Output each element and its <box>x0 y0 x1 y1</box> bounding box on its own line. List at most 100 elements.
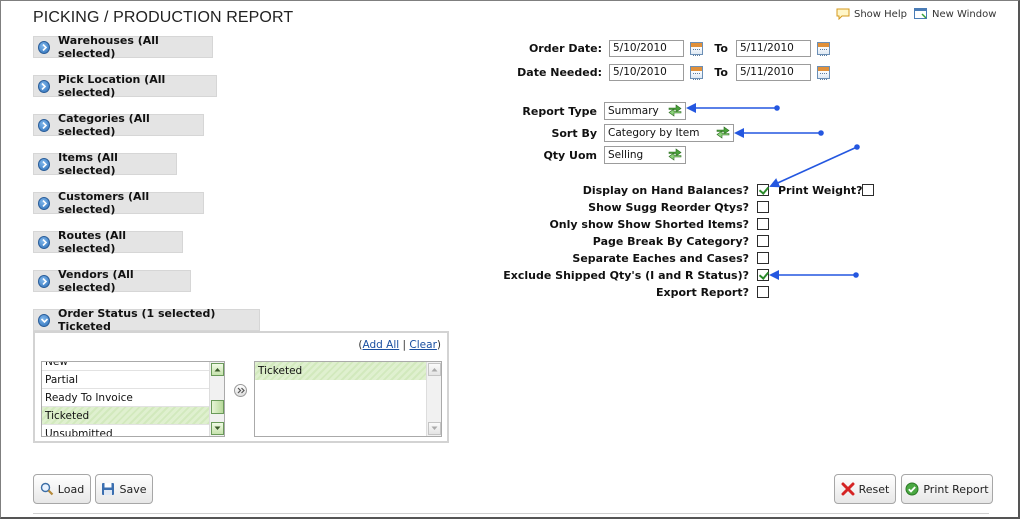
expand-icon <box>38 196 51 210</box>
on-hand-checkbox[interactable] <box>757 184 769 196</box>
page-break-label: Page Break By Category? <box>592 235 749 248</box>
expand-icon <box>38 274 51 288</box>
scroll-down-button[interactable] <box>428 422 441 435</box>
sugg-reorder-label: Show Sugg Reorder Qtys? <box>588 201 749 214</box>
reset-button[interactable]: Reset <box>834 474 896 504</box>
date-needed-label: Date Needed: <box>517 66 602 79</box>
section-warehouses[interactable]: Warehouses (All selected) <box>33 34 213 60</box>
to-label: To <box>714 42 728 55</box>
scroll-down-button[interactable] <box>211 422 224 435</box>
export-report-checkbox[interactable] <box>757 286 769 298</box>
qty-uom-select[interactable]: Selling <box>604 146 686 164</box>
shorted-items-label: Only show Show Shorted Items? <box>549 218 749 231</box>
reset-label: Reset <box>858 482 890 496</box>
scroll-up-button[interactable] <box>211 363 224 376</box>
exclude-shipped-label: Exclude Shipped Qty's (I and R Status)? <box>503 269 749 282</box>
section-label: Warehouses (All selected) <box>58 34 159 60</box>
scrollbar[interactable] <box>209 362 224 436</box>
scroll-up-button[interactable] <box>428 363 441 376</box>
list-item[interactable]: Unsubmitted <box>42 425 209 436</box>
page-title: PICKING / PRODUCTION REPORT <box>33 9 294 26</box>
select-value: Selling <box>608 149 644 161</box>
list-item[interactable]: Ticketed <box>42 407 209 425</box>
calendar-icon[interactable] <box>690 42 703 56</box>
order-date-to-input[interactable]: 5/11/2010 <box>736 40 811 57</box>
floppy-disk-icon <box>102 483 115 495</box>
save-label: Save <box>119 482 147 496</box>
available-status-list[interactable]: New Partial Ready To Invoice Ticketed Un… <box>41 361 225 437</box>
magnifier-icon <box>40 482 54 496</box>
double-chevron-right-icon <box>237 387 245 394</box>
date-needed-to-input[interactable]: 5/11/2010 <box>736 64 811 81</box>
scroll-thumb[interactable] <box>211 400 224 414</box>
load-label: Load <box>57 482 85 496</box>
section-routes[interactable]: Routes (All selected) <box>33 229 183 255</box>
new-window-link[interactable]: New Window <box>914 8 996 20</box>
print-report-label: Print Report <box>923 482 989 496</box>
help-bubble-icon <box>836 8 850 20</box>
print-weight-label: Print Weight? <box>778 184 863 197</box>
page-break-checkbox[interactable] <box>757 235 769 247</box>
footer-divider <box>33 513 989 514</box>
report-type-label: Report Type <box>522 105 597 118</box>
green-check-icon <box>905 482 919 496</box>
calendar-icon[interactable] <box>817 42 830 56</box>
show-help-label: Show Help <box>854 8 907 20</box>
separate-eaches-label: Separate Eaches and Cases? <box>572 252 749 265</box>
order-status-panel: (Add All | Clear) New Partial Ready To I… <box>33 331 449 443</box>
on-hand-label: Display on Hand Balances? <box>582 184 749 197</box>
move-right-button[interactable] <box>234 384 247 397</box>
load-button[interactable]: Load <box>33 474 91 504</box>
section-label: Customers (All selected) <box>58 190 150 216</box>
expand-icon <box>38 235 51 249</box>
calendar-icon[interactable] <box>690 66 703 80</box>
shorted-items-checkbox[interactable] <box>757 218 769 230</box>
section-order-status[interactable]: Order Status (1 selected) Ticketed <box>33 307 260 333</box>
scrollbar[interactable] <box>426 362 441 436</box>
add-all-link[interactable]: Add All <box>363 339 400 351</box>
swap-arrows-icon <box>668 104 682 117</box>
exclude-shipped-checkbox[interactable] <box>757 269 769 281</box>
list-item[interactable]: Ready To Invoice <box>42 389 209 407</box>
section-items[interactable]: Items (All selected) <box>33 151 177 177</box>
select-value: Summary <box>608 105 659 117</box>
section-label: Categories (All selected) <box>58 112 150 138</box>
section-label: Items (All selected) <box>58 151 118 177</box>
new-window-label: New Window <box>932 8 997 20</box>
sort-by-select[interactable]: Category by Item <box>604 124 734 142</box>
list-item[interactable]: New <box>42 362 209 371</box>
separate-eaches-checkbox[interactable] <box>757 252 769 264</box>
calendar-icon[interactable] <box>817 66 830 80</box>
section-customers[interactable]: Customers (All selected) <box>33 190 204 216</box>
section-label: Routes (All selected) <box>58 229 127 255</box>
panel-links: (Add All | Clear) <box>358 339 441 351</box>
list-item[interactable]: Partial <box>42 371 209 389</box>
date-needed-from-input[interactable]: 5/10/2010 <box>609 64 684 81</box>
to-label: To <box>714 66 728 79</box>
expand-icon <box>38 79 50 93</box>
swap-arrows-icon <box>668 148 682 161</box>
section-vendors[interactable]: Vendors (All selected) <box>33 268 191 294</box>
list-item[interactable]: Ticketed <box>255 362 426 380</box>
report-type-select[interactable]: Summary <box>604 102 686 120</box>
save-button[interactable]: Save <box>95 474 153 504</box>
qty-uom-label: Qty Uom <box>543 149 597 162</box>
selected-status-list[interactable]: Ticketed <box>254 361 442 437</box>
order-date-from-input[interactable]: 5/10/2010 <box>609 40 684 57</box>
section-label: Vendors (All selected) <box>58 268 134 294</box>
print-weight-checkbox[interactable] <box>862 184 874 196</box>
section-label: Order Status (1 selected) Ticketed <box>58 307 216 333</box>
expand-icon <box>38 40 51 54</box>
show-help-link[interactable]: Show Help <box>836 8 907 20</box>
select-value: Category by Item <box>608 127 700 139</box>
expand-icon <box>38 118 50 132</box>
section-categories[interactable]: Categories (All selected) <box>33 112 204 138</box>
swap-arrows-icon <box>716 126 730 139</box>
print-report-button[interactable]: Print Report <box>901 474 993 504</box>
collapse-icon <box>38 313 51 327</box>
order-date-label: Order Date: <box>528 42 602 55</box>
section-pick-location[interactable]: Pick Location (All selected) <box>33 73 217 99</box>
expand-icon <box>38 157 51 171</box>
clear-link[interactable]: Clear <box>409 339 436 351</box>
sugg-reorder-checkbox[interactable] <box>757 201 769 213</box>
